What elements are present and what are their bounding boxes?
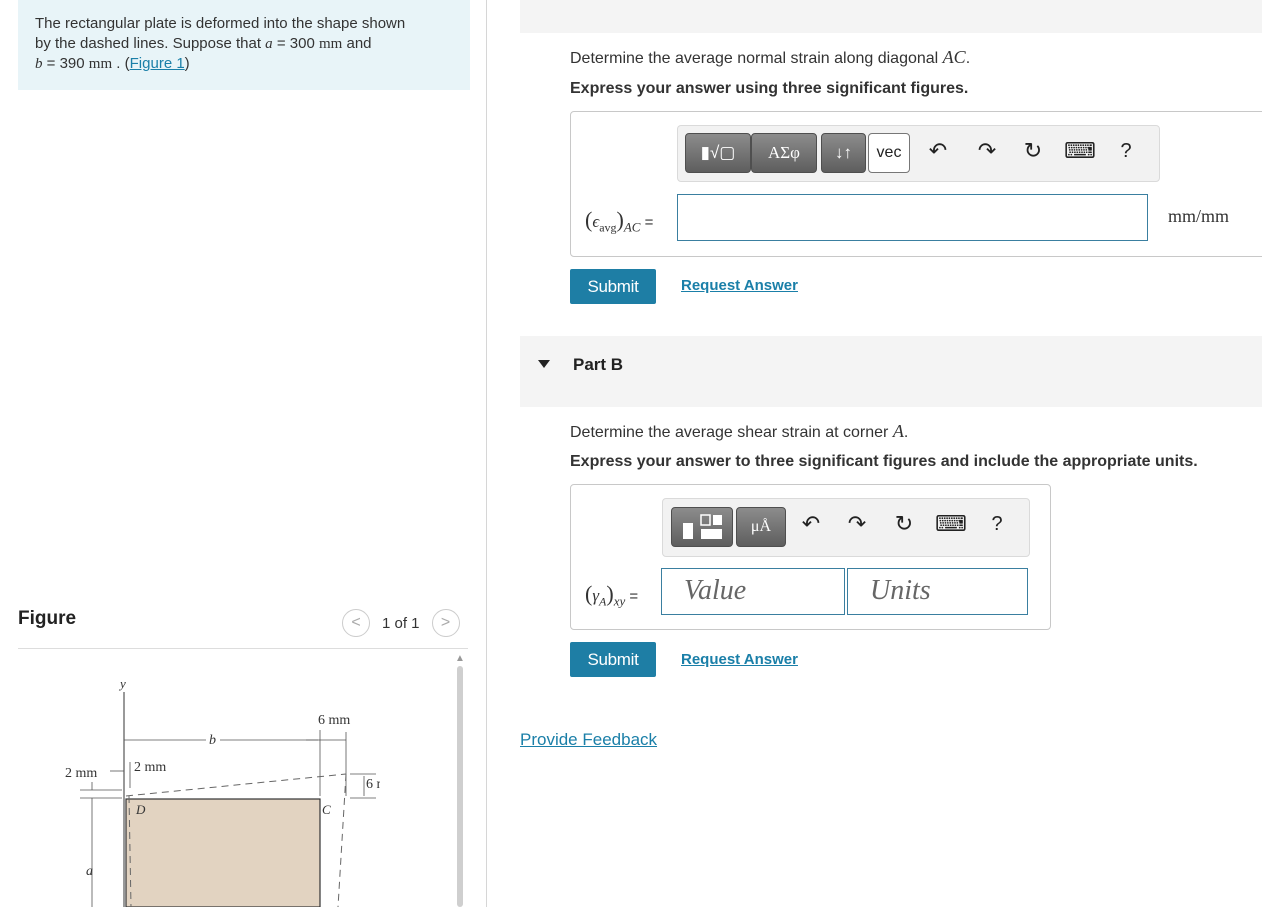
greek-icon: ΑΣφ: [768, 143, 800, 162]
value-placeholder: Value: [684, 575, 747, 606]
redo-icon[interactable]: ↷: [973, 138, 1001, 164]
problem-line-2: by the dashed lines. Suppose that a = 30…: [35, 35, 372, 52]
templates-icon: ▮√▢: [700, 143, 736, 162]
figure-link[interactable]: Figure 1: [130, 55, 185, 72]
figure-title: Figure: [18, 608, 77, 629]
chevron-left-icon: <: [351, 614, 361, 631]
figure-scrollbar[interactable]: [457, 666, 463, 907]
units-placeholder: Units: [870, 575, 931, 606]
corner-d-label: D: [135, 802, 146, 817]
b-label: b: [209, 733, 216, 748]
part-b-instruction: Express your answer to three significant…: [570, 453, 1198, 470]
arrows-button[interactable]: ↓↑: [821, 133, 866, 173]
chevron-right-icon: >: [440, 614, 451, 631]
fraction-template-button[interactable]: [671, 507, 733, 547]
problem-line-1: The rectangular plate is deformed into t…: [35, 15, 406, 32]
part-a-math-toolbar: ▮√▢ ΑΣφ ↓↑ vec ↶ ↷ ↻ ⌨ ?: [677, 125, 1160, 182]
var-a: a: [265, 36, 273, 52]
var-b: b: [35, 56, 43, 72]
var-ac: AC: [942, 47, 966, 67]
next-figure-button[interactable]: >: [431, 609, 460, 637]
help-icon[interactable]: ?: [983, 513, 1011, 536]
plate-figure: y b 6 mm 2 mm 2 mm 6 mm D C a: [65, 676, 380, 907]
part-a-request-answer-link[interactable]: Request Answer: [681, 277, 798, 294]
undo-icon[interactable]: ↶: [924, 138, 952, 164]
units-icon: μÅ: [750, 518, 772, 535]
corner-c-label: C: [322, 802, 331, 817]
part-b-units-input[interactable]: Units: [847, 568, 1028, 615]
unit-mm-a: mm: [318, 36, 343, 52]
part-b-request-answer-link[interactable]: Request Answer: [681, 651, 798, 668]
vec-label: vec: [876, 144, 902, 161]
prev-figure-button[interactable]: <: [342, 609, 370, 637]
scroll-up-icon[interactable]: ▲: [455, 653, 465, 664]
part-a-unit: mm/mm: [1168, 206, 1230, 226]
part-b-header-band[interactable]: [520, 336, 1262, 407]
part-a-instruction: Express your answer using three signific…: [570, 80, 969, 97]
deformed-top-edge: [125, 773, 347, 797]
a-label: a: [86, 864, 93, 879]
y-label: y: [118, 676, 126, 691]
figure-pager: < 1 of 1 >: [342, 609, 460, 637]
plate-rect: [125, 798, 321, 907]
part-b-question: Determine the average shear strain at co…: [570, 421, 909, 441]
redo-icon[interactable]: ↷: [843, 511, 871, 537]
part-b-submit-button[interactable]: Submit: [570, 642, 656, 677]
six-mm-right-label: 6 mm: [366, 777, 380, 792]
units-button[interactable]: μÅ: [736, 507, 786, 547]
part-a-answer-box: ▮√▢ ΑΣφ ↓↑ vec ↶ ↷ ↻ ⌨ ? (ϵavg)AC =: [570, 111, 1262, 257]
two-mm-left-label: 2 mm: [65, 766, 97, 781]
help-icon[interactable]: ?: [1112, 140, 1140, 163]
part-a-submit-button[interactable]: Submit: [570, 269, 656, 304]
vec-button[interactable]: vec: [868, 133, 910, 173]
part-b-lhs: (γA)xy =: [585, 581, 639, 609]
figure-rule: [18, 648, 468, 649]
part-b-math-toolbar: μÅ ↶ ↷ ↻ ⌨ ?: [662, 498, 1030, 557]
part-a-question: Determine the average normal strain alon…: [570, 47, 971, 67]
problem-statement: The rectangular plate is deformed into t…: [18, 0, 470, 90]
caret-down-icon[interactable]: [538, 360, 550, 368]
reset-icon[interactable]: ↻: [1019, 138, 1047, 164]
part-a-answer-input[interactable]: [677, 194, 1148, 241]
figure-count: 1 of 1: [382, 614, 420, 632]
deformed-right-edge: [337, 773, 347, 907]
part-a-lhs: (ϵavg)AC =: [585, 207, 654, 235]
part-b-label[interactable]: Part B: [573, 355, 623, 375]
var-a-corner: A: [892, 421, 904, 441]
part-b-answer-box: μÅ ↶ ↷ ↻ ⌨ ? (γA)xy = Value Units: [570, 484, 1051, 630]
six-mm-top-label: 6 mm: [318, 713, 350, 728]
greek-button[interactable]: ΑΣφ: [751, 133, 817, 173]
arrows-icon: ↓↑: [835, 143, 852, 162]
part-a-header-band: [520, 0, 1262, 33]
two-mm-inner-label: 2 mm: [134, 760, 166, 775]
keyboard-icon[interactable]: ⌨: [935, 511, 967, 537]
panel-divider: [486, 0, 487, 907]
reset-icon[interactable]: ↻: [890, 511, 918, 537]
provide-feedback-link[interactable]: Provide Feedback: [520, 730, 657, 750]
problem-line-3: b = 390 mm . (Figure 1): [35, 55, 190, 72]
undo-icon[interactable]: ↶: [797, 511, 825, 537]
unit-mm-b: mm: [88, 56, 113, 72]
keyboard-icon[interactable]: ⌨: [1064, 138, 1096, 164]
part-b-value-input[interactable]: Value: [661, 568, 845, 615]
templates-button[interactable]: ▮√▢: [685, 133, 751, 173]
fraction-template-icon: [683, 514, 722, 539]
